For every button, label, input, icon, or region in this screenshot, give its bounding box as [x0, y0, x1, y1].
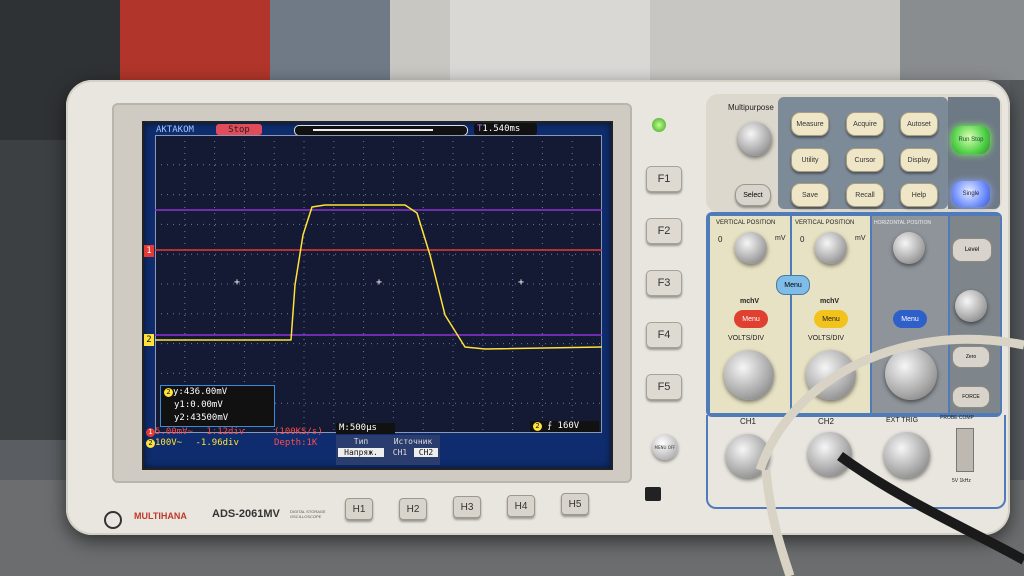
- ch1-probe-cable-lower: [761, 469, 795, 576]
- ch1-probe-cable: [755, 334, 1024, 472]
- ch2-probe-cable: [837, 451, 1024, 565]
- probe-cables: [755, 334, 1024, 576]
